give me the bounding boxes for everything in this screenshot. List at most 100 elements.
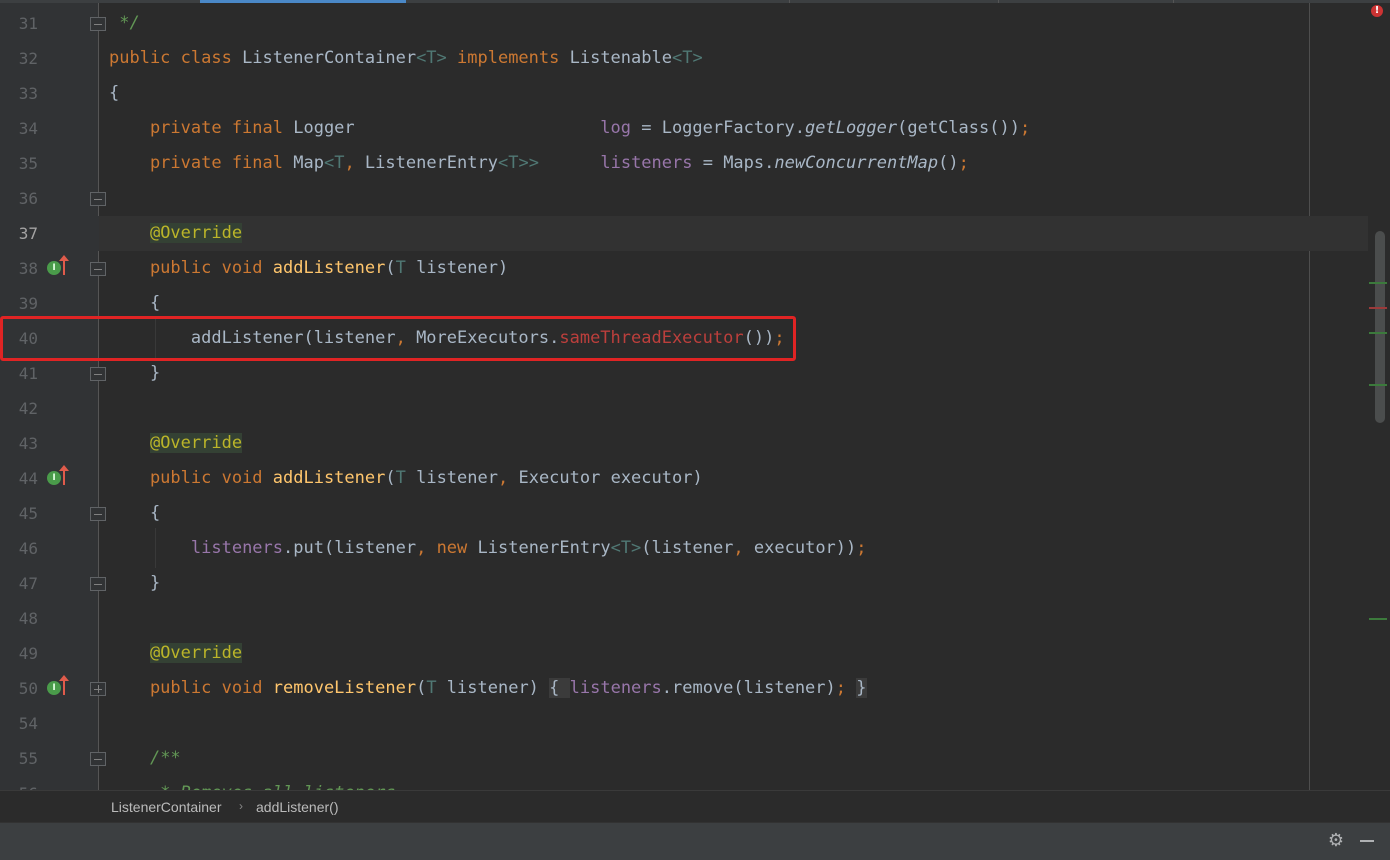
line-number: 35 [18, 154, 38, 173]
code-text[interactable]: */ [109, 6, 140, 41]
code-line[interactable]: 45 { [0, 496, 1390, 531]
code-token: getLogger [805, 118, 898, 138]
code-text[interactable]: { [109, 496, 160, 531]
code-token: public void [109, 258, 273, 278]
code-token: ( [385, 258, 396, 278]
code-text[interactable]: } [109, 356, 160, 391]
code-text[interactable]: private final Logger log = LoggerFactory… [109, 111, 1030, 146]
code-text[interactable]: @Override [109, 426, 243, 461]
code-line[interactable]: 36 [0, 181, 1390, 216]
breadcrumb-separator: › [239, 799, 243, 813]
code-token: ListenerEntry [477, 538, 611, 558]
fold-icon[interactable] [90, 752, 106, 766]
code-line[interactable]: 32 public class ListenerContainer<T> impl… [0, 41, 1390, 76]
override-marker-icon[interactable]: I [47, 255, 71, 281]
code-token: { [549, 678, 570, 698]
code-line[interactable]: 37 @Override [0, 216, 1390, 251]
fold-icon[interactable] [90, 577, 106, 591]
line-number: 42 [18, 399, 38, 418]
code-token: , [416, 538, 437, 558]
code-text[interactable]: public void addListener(T listener, Exec… [109, 461, 703, 496]
code-token: { [109, 83, 120, 103]
code-token: { [109, 503, 161, 523]
fold-icon[interactable] [90, 682, 106, 696]
code-token: /** [149, 748, 181, 768]
code-text[interactable]: } [109, 566, 160, 601]
code-token: Listenable [569, 48, 672, 68]
code-line[interactable]: 34 private final Logger log = LoggerFact… [0, 111, 1390, 146]
minimize-icon[interactable] [1360, 840, 1374, 842]
line-number: 31 [18, 14, 38, 33]
code-token: ; [958, 153, 969, 173]
code-token: public class [109, 48, 243, 68]
code-line[interactable]: 48 [0, 601, 1390, 636]
code-text[interactable]: listeners.put(listener, new ListenerEntr… [109, 531, 867, 566]
code-text[interactable]: /** [109, 741, 181, 776]
code-text[interactable]: public void removeListener(T listener) {… [109, 671, 867, 706]
code-line[interactable]: 46 listeners.put(listener, new ListenerE… [0, 531, 1390, 566]
code-line[interactable]: 50 public void removeListener(T listener… [0, 671, 1390, 706]
line-number: 49 [18, 644, 38, 663]
code-token: */ [109, 13, 140, 33]
active-tab-indicator[interactable] [200, 0, 406, 3]
breadcrumb: ListenerContainer › addListener() [0, 790, 1390, 823]
error-stripe-icon[interactable]: ! [1371, 5, 1383, 17]
code-token: , [344, 153, 365, 173]
change-marker[interactable] [1369, 618, 1387, 620]
code-token: listener) [436, 678, 550, 698]
code-token: } [109, 363, 161, 383]
code-token: <T> [416, 48, 447, 68]
up-arrow-icon [59, 255, 69, 275]
code-token: } [109, 573, 161, 593]
change-marker[interactable] [1369, 384, 1387, 386]
code-text[interactable]: @Override [109, 216, 243, 251]
fold-icon[interactable] [90, 192, 106, 206]
code-line[interactable]: 54 [0, 706, 1390, 741]
line-number: 50 [18, 679, 38, 698]
code-line[interactable]: 33 { [0, 76, 1390, 111]
up-arrow-icon [59, 465, 69, 485]
breadcrumb-method[interactable]: addListener() [256, 799, 339, 815]
code-text[interactable]: private final Map<T, ListenerEntry<T>> l… [109, 146, 969, 181]
code-line[interactable]: 47 } [0, 566, 1390, 601]
code-line[interactable]: 44 public void addListener(T listener, E… [0, 461, 1390, 496]
fold-icon[interactable] [90, 507, 106, 521]
editor-tab-strip [0, 0, 1390, 3]
code-token: () [938, 153, 959, 173]
code-line[interactable]: 49 @Override [0, 636, 1390, 671]
code-text[interactable]: public void addListener(T listener) [109, 251, 508, 286]
code-line[interactable]: 43 @Override [0, 426, 1390, 461]
line-number: 46 [18, 539, 38, 558]
code-line[interactable]: 41 } [0, 356, 1390, 391]
change-marker[interactable] [1369, 332, 1387, 334]
change-marker[interactable] [1369, 282, 1387, 284]
fold-icon[interactable] [90, 262, 106, 276]
gear-icon[interactable]: ⚙ [1326, 831, 1346, 851]
line-number: 32 [18, 49, 38, 68]
implements-ball-icon: I [47, 681, 61, 695]
code-token: .remove(listener) [661, 678, 836, 698]
fold-icon[interactable] [90, 17, 106, 31]
scrollbar-thumb[interactable] [1375, 231, 1385, 423]
code-token: executor)) [753, 538, 857, 558]
implements-ball-icon: I [47, 261, 61, 275]
breadcrumb-class[interactable]: ListenerContainer [111, 799, 222, 815]
code-line[interactable]: 42 [0, 391, 1390, 426]
code-line[interactable]: 55 /** [0, 741, 1390, 776]
code-line[interactable]: 31 */ [0, 6, 1390, 41]
code-token: T [395, 468, 406, 488]
override-marker-icon[interactable]: I [47, 675, 71, 701]
code-text[interactable]: public class ListenerContainer<T> implem… [109, 41, 703, 76]
line-number: 37 [18, 224, 38, 243]
tab-separator [789, 0, 790, 3]
fold-icon[interactable] [90, 367, 106, 381]
override-marker-icon[interactable]: I [47, 465, 71, 491]
code-text[interactable]: @Override [109, 636, 243, 671]
change-marker[interactable] [1369, 307, 1387, 309]
code-line[interactable]: 38 public void addListener(T listener) [0, 251, 1390, 286]
code-token: <T> [671, 48, 703, 68]
line-number: 47 [18, 574, 38, 593]
code-text[interactable]: { [109, 76, 119, 111]
code-line[interactable]: 35 private final Map<T, ListenerEntry<T>… [0, 146, 1390, 181]
